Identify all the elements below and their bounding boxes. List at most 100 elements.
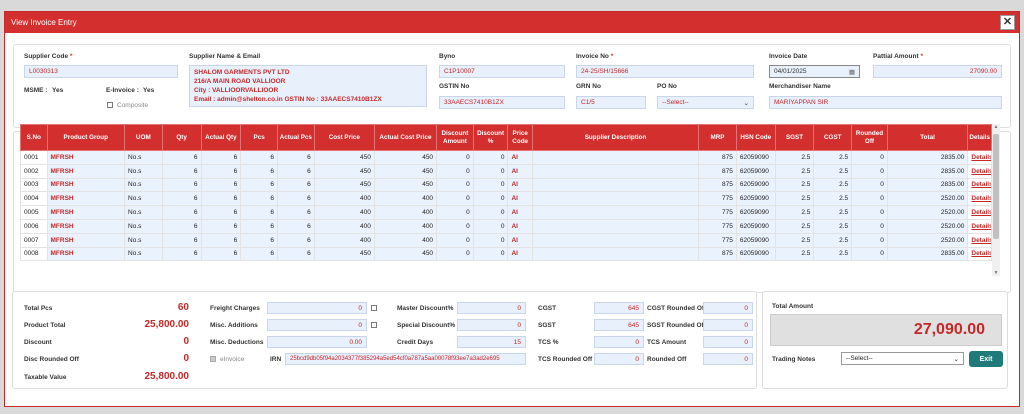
table-cell: 0: [851, 205, 888, 220]
table-cell: 2.5: [813, 246, 853, 262]
table-cell: AI: [507, 150, 533, 165]
misc-ded-label: Misc. Deductions: [210, 339, 264, 346]
byno-label: Byno: [439, 53, 456, 60]
tcs-amt-field[interactable]: 0: [703, 336, 753, 348]
table-cell: 775: [698, 218, 737, 234]
tcs-round-field[interactable]: 0: [594, 353, 644, 365]
merchandiser-field[interactable]: MARIYAPPAN SIR: [769, 96, 1002, 109]
details-link[interactable]: Details: [967, 205, 992, 220]
credit-days-field[interactable]: 15: [457, 336, 526, 348]
table-cell: 62059090: [735, 246, 776, 262]
table-cell: 0: [436, 177, 474, 193]
details-link[interactable]: Details: [967, 246, 992, 262]
composite-checkbox[interactable]: [107, 102, 113, 108]
table-row[interactable]: 0008 MFRSH No.s 6 6 6 6 450 450 0 0 AI 875 62059090 2.…: [20, 246, 992, 262]
table-cell: 2.5: [813, 205, 853, 220]
misc-ded-field[interactable]: 0.00: [267, 336, 367, 348]
details-link[interactable]: Details: [967, 150, 992, 165]
tcs-pct-field[interactable]: 0: [594, 336, 644, 348]
table-row[interactable]: 0002 MFRSH No.s 6 6 6 6 450 450 0 0 AI 875 62059090 2.…: [20, 163, 992, 179]
cgst-field[interactable]: 645: [594, 302, 644, 314]
invoice-no-field[interactable]: 24-25/SH/15666: [576, 65, 754, 78]
special-disc-field[interactable]: 0: [457, 319, 526, 331]
po-select[interactable]: --Select-- ⌄: [657, 96, 754, 109]
product-total-label: Product Total: [24, 322, 66, 329]
supplier-address-box: SHALOM GARMENTS PVT LTD 216/A MAIN ROAD …: [189, 65, 427, 107]
table-cell: 0: [436, 191, 474, 207]
table-cell: 6: [161, 205, 202, 220]
scroll-down-icon[interactable]: ▼: [992, 270, 1000, 276]
invoice-items-table: S.No Product Group UOM Qty Actual Qty Pcs Actu…: [20, 124, 992, 262]
table-cell: 6: [161, 177, 202, 193]
column-header: Product Group: [46, 124, 126, 151]
table-row[interactable]: 0004 MFRSH No.s 6 6 6 6 400 400 0 0 AI 775 62059090 2.…: [20, 191, 992, 207]
details-link[interactable]: Details: [967, 232, 992, 248]
irn-field[interactable]: 25bcd9db05f94a2034377f385294a5ed54cf0a78…: [285, 353, 526, 365]
calendar-icon[interactable]: ▦: [849, 68, 855, 76]
disc-rounded-label: Disc Rounded Off: [24, 356, 79, 363]
table-row[interactable]: 0001 MFRSH No.s 6 6 6 6 450 450 0 0 AI 875 62059090 2.…: [20, 150, 992, 165]
table-cell: 62059090: [735, 191, 776, 207]
misc-add-label: Misc. Additions: [210, 322, 258, 329]
exit-button[interactable]: Exit: [969, 351, 1003, 367]
misc-add-checkbox[interactable]: [371, 322, 377, 328]
gstin-field[interactable]: 33AAECS7410B1ZX: [439, 96, 565, 109]
tcs-amt-label: TCS Amount: [647, 339, 687, 346]
details-link[interactable]: Details: [967, 163, 992, 179]
misc-add-field[interactable]: 0: [267, 319, 367, 331]
table-cell: 2520.00: [886, 232, 969, 248]
details-link[interactable]: Details: [967, 177, 992, 193]
table-scrollbar[interactable]: ▲ ▼: [992, 124, 1000, 276]
table-cell: 0005: [20, 205, 48, 220]
column-header: CGST: [813, 124, 853, 151]
details-link[interactable]: Details: [967, 191, 992, 207]
sgst-label: SGST: [538, 322, 556, 329]
rounded-field[interactable]: 0: [703, 353, 753, 365]
table-cell: 2.5: [774, 191, 815, 207]
table-cell: 450: [313, 163, 375, 179]
table-cell: 0: [472, 163, 509, 179]
supplier-code-field[interactable]: L0030313: [24, 65, 178, 78]
freight-field[interactable]: 0: [267, 302, 367, 314]
table-cell: 875: [698, 163, 737, 179]
table-row[interactable]: 0003 MFRSH No.s 6 6 6 6 450 450 0 0 AI 875 62059090 2.…: [20, 177, 992, 193]
table-row[interactable]: 0006 MFRSH No.s 6 6 6 6 400 400 0 0 AI 775 62059090 2.…: [20, 218, 992, 234]
column-header: Discount %: [472, 124, 509, 151]
freight-label: Freight Charges: [210, 305, 260, 312]
invoice-date-field[interactable]: 04/01/2025 ▦: [769, 65, 860, 78]
table-cell: 6: [200, 163, 242, 179]
table-cell: 450: [373, 150, 438, 165]
table-cell: 0: [472, 246, 509, 262]
sgst-round-field[interactable]: 0: [703, 319, 753, 331]
table-cell: 0008: [20, 246, 48, 262]
disc-rounded-value: 0: [183, 353, 189, 364]
table-cell: 2.5: [774, 218, 815, 234]
cgst-round-field[interactable]: 0: [703, 302, 753, 314]
table-cell: 62059090: [735, 205, 776, 220]
freight-checkbox[interactable]: [371, 305, 377, 311]
close-icon[interactable]: ✕: [1000, 15, 1015, 30]
table-cell: 6: [200, 191, 242, 207]
scroll-thumb[interactable]: [993, 134, 999, 239]
partial-amount-field[interactable]: 27090.00: [873, 65, 1002, 78]
einvoice-checkbox[interactable]: [210, 356, 216, 362]
table-cell: No.s: [124, 177, 163, 193]
total-pcs-label: Total Pcs: [24, 305, 53, 312]
merchandiser-label: Merchandiser Name: [769, 83, 831, 90]
master-disc-field[interactable]: 0: [457, 302, 526, 314]
table-cell: 2520.00: [886, 191, 969, 207]
table-cell: 0: [851, 246, 888, 262]
sgst-field[interactable]: 645: [594, 319, 644, 331]
table-row[interactable]: 0007 MFRSH No.s 6 6 6 6 400 400 0 0 AI 775 62059090 2.…: [20, 232, 992, 248]
byno-field[interactable]: C1P10007: [439, 65, 565, 78]
table-cell: 2835.00: [886, 163, 969, 179]
table-cell: MFRSH: [46, 218, 126, 234]
table-cell: 6: [200, 205, 242, 220]
table-cell: 6: [161, 218, 202, 234]
table-cell: No.s: [124, 232, 163, 248]
table-row[interactable]: 0005 MFRSH No.s 6 6 6 6 400 400 0 0 AI 775 62059090 2.…: [20, 205, 992, 220]
grn-field[interactable]: C1/5: [576, 96, 646, 109]
scroll-up-icon[interactable]: ▲: [992, 124, 1000, 130]
details-link[interactable]: Details: [967, 218, 992, 234]
trading-notes-select[interactable]: --Select-- ⌄: [841, 352, 964, 365]
